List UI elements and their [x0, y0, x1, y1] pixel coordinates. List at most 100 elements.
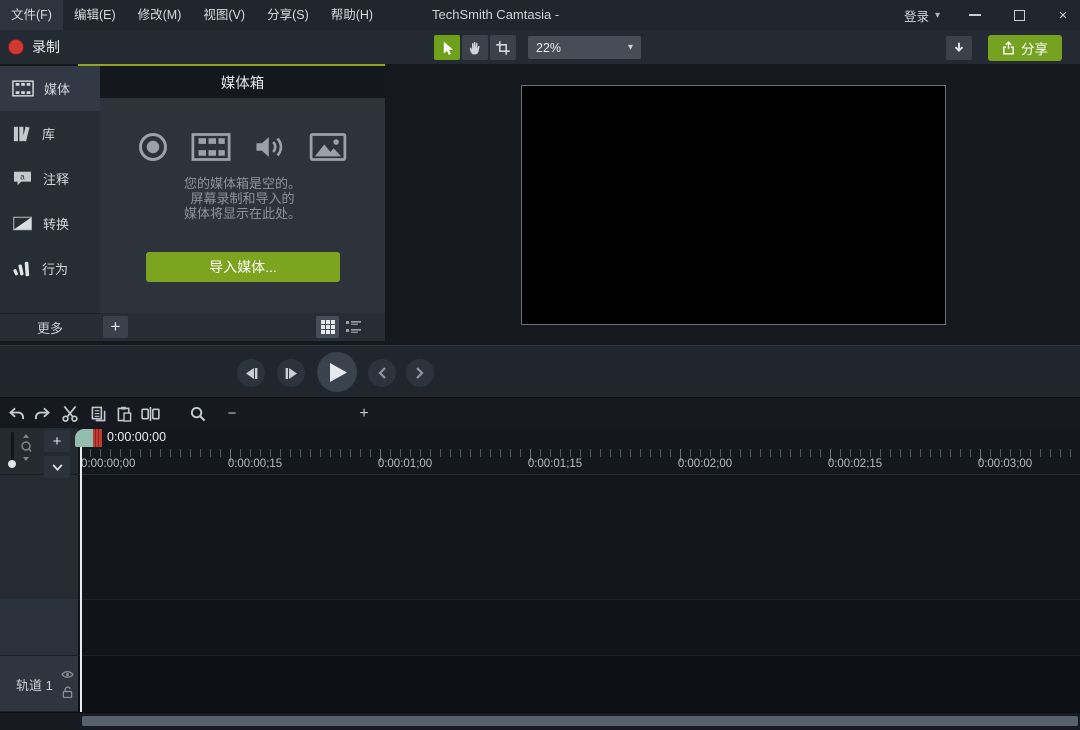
canvas-zoom-select[interactable]: 22% ▾ [528, 36, 641, 59]
zoom-out-button[interactable]: − [220, 402, 244, 425]
crop-icon [495, 40, 511, 56]
timeline-scrollbar-thumb[interactable] [82, 716, 1078, 726]
maximize-icon [1014, 10, 1025, 21]
timeline-toolbar: − + [0, 397, 1080, 428]
cut-button[interactable] [58, 402, 82, 425]
media-bin-empty-icons [100, 132, 385, 162]
grid-view-button[interactable] [316, 316, 339, 338]
sidebar-more-button[interactable]: 更多 [0, 313, 100, 341]
close-button[interactable]: × [1046, 0, 1080, 30]
step-forward-icon [285, 368, 298, 379]
menu-edit[interactable]: 编辑(E) [63, 0, 127, 30]
select-tool-button[interactable] [434, 35, 460, 60]
split-icon [141, 407, 160, 421]
record-icon [8, 39, 24, 55]
maximize-button[interactable] [1002, 0, 1036, 30]
copy-button[interactable] [86, 402, 110, 425]
playhead-in-handle[interactable] [75, 429, 93, 447]
list-view-button[interactable] [342, 316, 365, 338]
sidebar-item-label: 转换 [43, 214, 69, 233]
eye-icon[interactable] [61, 670, 74, 679]
magnifier-icon [190, 406, 206, 422]
minimize-icon [969, 14, 981, 16]
empty-text-line: 媒体将显示在此处。 [100, 206, 385, 221]
media-bin-bottom-bar: + [100, 313, 385, 341]
scissors-icon [61, 405, 79, 422]
pan-tool-button[interactable] [462, 35, 488, 60]
camtasia-window: 文件(F) 编辑(E) 修改(M) 视图(V) 分享(S) 帮助(H) Tech… [0, 0, 1080, 730]
step-forward-button[interactable] [277, 359, 305, 387]
preview-stage[interactable] [521, 85, 946, 325]
film-icon [12, 80, 34, 97]
svg-text:a: a [20, 172, 25, 181]
app-title: TechSmith Camtasia - [432, 0, 559, 30]
image-icon [309, 132, 347, 162]
undo-button[interactable] [4, 402, 28, 425]
paste-icon [117, 406, 132, 422]
track-options-button[interactable] [44, 456, 70, 478]
playhead-line[interactable] [80, 447, 82, 716]
sidebar-item-media[interactable]: 媒体 [0, 66, 100, 111]
share-icon [1002, 41, 1015, 55]
menu-modify[interactable]: 修改(M) [127, 0, 193, 30]
ruler-label: 0:00:02;00 [678, 458, 732, 470]
sidebar-item-transitions[interactable]: 转换 [0, 201, 100, 246]
cursor-icon [439, 40, 455, 56]
ruler-label: 0:00:01;15 [528, 458, 582, 470]
chevron-down-icon [52, 464, 63, 471]
audio-speaker-icon [254, 132, 286, 162]
sidebar: 媒体 库 a 注释 转换 [0, 66, 100, 341]
share-button[interactable]: 分享 [988, 35, 1062, 61]
menu-help[interactable]: 帮助(H) [320, 0, 384, 30]
add-track-button[interactable]: + [44, 430, 70, 452]
menu-bar: 文件(F) 编辑(E) 修改(M) 视图(V) 分享(S) 帮助(H) [0, 0, 384, 30]
split-button[interactable] [138, 402, 162, 425]
annotation-bubble-icon: a [12, 170, 33, 187]
paste-button[interactable] [112, 402, 136, 425]
track-height-slider-thumb[interactable] [8, 460, 16, 468]
track-height-slider-track[interactable] [11, 432, 14, 462]
timeline-empty-area[interactable] [78, 599, 1080, 655]
zoom-in-button[interactable]: + [352, 402, 376, 425]
login-button[interactable]: 登录 ▾ [896, 0, 948, 30]
download-button[interactable] [946, 36, 972, 60]
sidebar-item-behaviors[interactable]: 行为 [0, 246, 100, 291]
crop-tool-button[interactable] [490, 35, 516, 60]
ruler-label: 0:00:00;15 [228, 458, 282, 470]
empty-text-line: 屏幕录制和导入的 [100, 191, 385, 206]
add-media-button[interactable]: + [103, 316, 128, 338]
caret-down-icon: ▾ [628, 42, 633, 53]
track-gutter-empty [0, 599, 78, 655]
sidebar-item-annotations[interactable]: a 注释 [0, 156, 100, 201]
import-media-button[interactable]: 导入媒体... [146, 252, 340, 282]
playback-bar: 00:00 / 00:00 30 fps ⚙ 属性 [0, 345, 1080, 397]
menu-view[interactable]: 视图(V) [192, 0, 256, 30]
previous-button[interactable] [368, 359, 396, 387]
sidebar-item-label: 库 [42, 124, 55, 143]
ruler-label: 0:00:01;00 [378, 458, 432, 470]
media-bin-empty-text: 您的媒体箱是空的。 屏幕录制和导入的 媒体将显示在此处。 [100, 176, 385, 221]
chevron-right-icon [416, 367, 424, 379]
books-icon [12, 125, 32, 143]
media-bin-title: 媒体箱 [100, 66, 385, 98]
step-backward-button[interactable] [237, 359, 265, 387]
timeline-ruler[interactable]: 0:00:00;000:00:00;150:00:01;000:00:01;15… [78, 428, 1080, 474]
lock-open-icon[interactable] [62, 686, 73, 698]
step-backward-icon [245, 368, 258, 379]
sidebar-item-library[interactable]: 库 [0, 111, 100, 156]
copy-icon [91, 406, 106, 422]
ruler-label: 0:00:02;15 [828, 458, 882, 470]
canvas-area [385, 66, 1080, 345]
playhead-out-handle[interactable] [93, 429, 102, 447]
play-button[interactable] [317, 352, 357, 392]
timeline-empty-area[interactable] [78, 474, 1080, 599]
next-button[interactable] [406, 359, 434, 387]
track1-lane[interactable] [78, 655, 1080, 712]
redo-button[interactable] [30, 402, 54, 425]
timeline-zoom-button[interactable] [186, 402, 210, 425]
menu-file[interactable]: 文件(F) [0, 0, 63, 30]
minimize-button[interactable] [958, 0, 992, 30]
redo-icon [34, 406, 51, 421]
record-button[interactable]: 录制 [8, 33, 60, 61]
menu-share[interactable]: 分享(S) [256, 0, 320, 30]
